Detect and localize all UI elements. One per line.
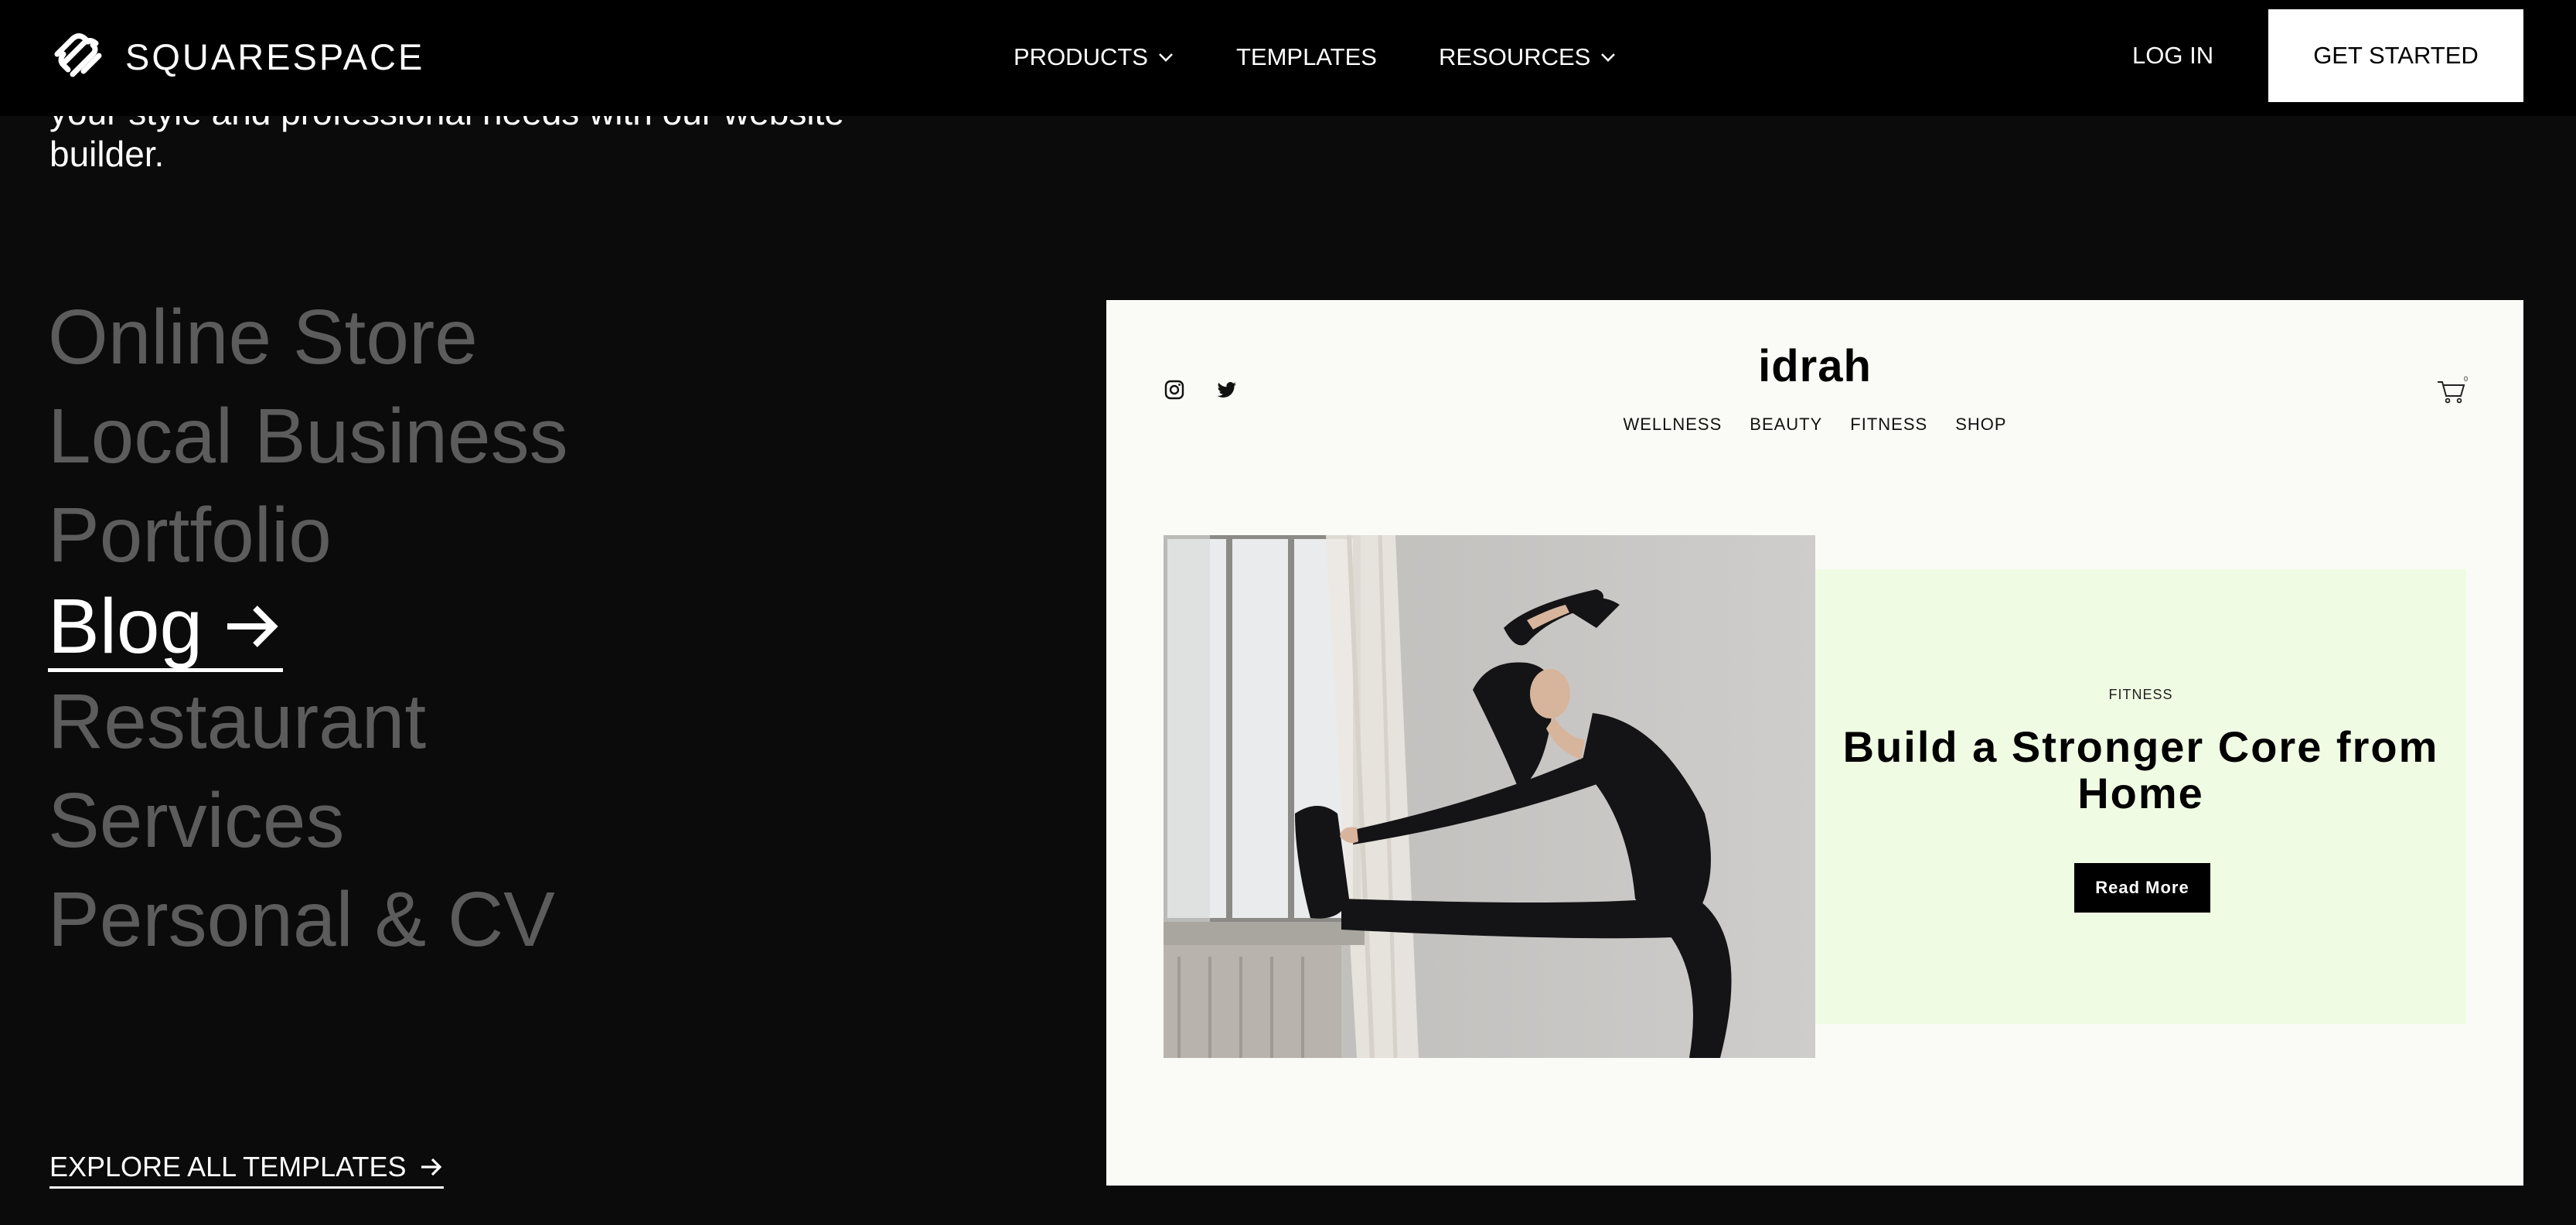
get-started-button[interactable]: GET STARTED [2268, 9, 2523, 102]
chevron-down-icon [1601, 53, 1616, 62]
category-blog-link: Blog [48, 583, 284, 672]
preview-nav-item: BEAUTY [1750, 415, 1823, 434]
category-personal-cv[interactable]: Personal & CV [48, 870, 568, 969]
log-in-link[interactable]: LOG IN [2132, 42, 2213, 70]
category-restaurant[interactable]: Restaurant [48, 672, 568, 771]
category-label: Personal & CV [48, 876, 555, 963]
post-title: Build a Stronger Core from Home [1842, 722, 2439, 817]
arrow-right-icon [421, 1158, 441, 1176]
main-nav: PRODUCTS TEMPLATES RESOURCES [1014, 40, 1678, 74]
category-portfolio[interactable]: Portfolio [48, 486, 568, 585]
template-category-list: Online Store Local Business Portfolio Bl… [48, 288, 568, 969]
nav-resources[interactable]: RESOURCES [1439, 43, 1617, 71]
preview-nav-item: WELLNESS [1623, 415, 1722, 434]
template-preview[interactable]: idrah WELLNESS BEAUTY FITNESS SHOP 0 FIT… [1106, 300, 2523, 1186]
post-category: FITNESS [2108, 687, 2173, 702]
category-label: Blog [48, 583, 203, 670]
nav-templates[interactable]: TEMPLATES [1236, 43, 1377, 71]
featured-post-card: FITNESS Build a Stronger Core from Home … [1815, 569, 2466, 1024]
category-label: Services [48, 777, 345, 864]
squarespace-logo-icon [54, 33, 102, 77]
category-online-store[interactable]: Online Store [48, 288, 568, 387]
read-more-button[interactable]: Read More [2074, 863, 2210, 913]
top-navigation: SQUARESPACE PRODUCTS TEMPLATES RESOURCES… [0, 0, 2576, 116]
nav-products-label: PRODUCTS [1014, 43, 1148, 70]
brand-name: SQUARESPACE [125, 36, 425, 77]
woman-stretching-illustration [1164, 535, 1815, 1058]
explore-label: EXPLORE ALL TEMPLATES [49, 1151, 407, 1182]
cart-icon: 0 [2438, 375, 2468, 404]
nav-templates-label: TEMPLATES [1235, 43, 1377, 70]
category-label: Online Store [48, 294, 478, 380]
hero-photo [1164, 535, 1815, 1058]
category-local-business[interactable]: Local Business [48, 387, 568, 486]
category-blog[interactable]: Blog [48, 585, 568, 672]
cart-count: 0 [2464, 375, 2468, 383]
preview-nav: WELLNESS BEAUTY FITNESS SHOP [1106, 415, 2523, 435]
category-label: Restaurant [48, 678, 427, 765]
explore-all-templates-link[interactable]: EXPLORE ALL TEMPLATES [49, 1151, 444, 1189]
category-label: Portfolio [48, 492, 332, 578]
category-label: Local Business [48, 393, 568, 479]
preview-brand: idrah [1758, 341, 1872, 391]
nav-products[interactable]: PRODUCTS [1014, 43, 1174, 71]
category-services[interactable]: Services [48, 771, 568, 870]
chevron-down-icon [1159, 53, 1173, 62]
preview-nav-item: FITNESS [1850, 415, 1928, 434]
preview-nav-item: SHOP [1955, 415, 2007, 434]
squarespace-logo[interactable]: SQUARESPACE [49, 31, 424, 82]
nav-resources-label: RESOURCES [1438, 43, 1591, 70]
arrow-right-icon [227, 606, 278, 647]
